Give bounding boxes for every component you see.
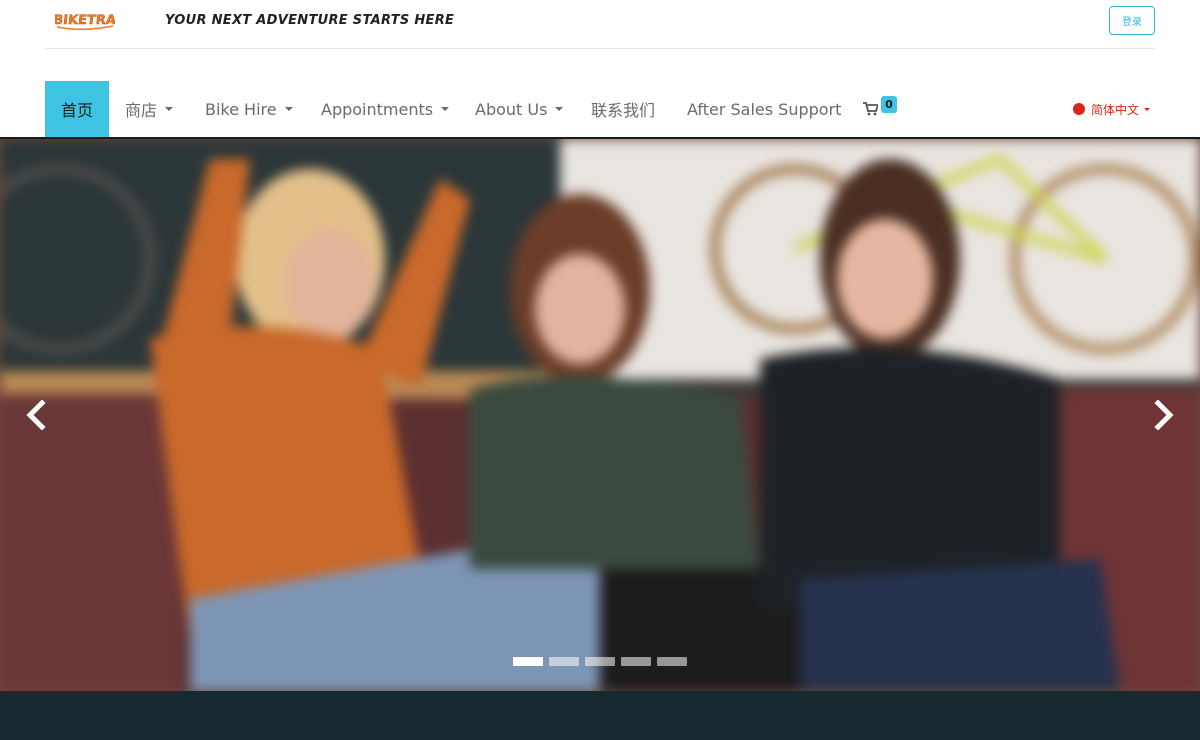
caret-down-icon (555, 107, 564, 111)
nav-item-about-us[interactable]: About Us (475, 81, 564, 137)
tagline: YOUR NEXT ADVENTURE STARTS HERE (165, 13, 455, 28)
nav-item-label: After Sales Support (687, 99, 842, 119)
hero-slide-image (0, 139, 1200, 691)
chevron-right-icon (1154, 400, 1174, 430)
hero-carousel[interactable] (0, 139, 1200, 691)
chevron-left-icon (26, 400, 46, 430)
carousel-prev-button[interactable] (18, 397, 54, 433)
caret-down-icon (1144, 107, 1150, 111)
nav-item-label: Bike Hire (205, 99, 277, 119)
caret-down-icon (441, 107, 450, 111)
nav-item-bike-hire[interactable]: Bike Hire (205, 81, 293, 137)
nav-item-appointments[interactable]: Appointments (321, 81, 450, 137)
svg-text:BIKETRAX: BIKETRAX (55, 13, 115, 28)
nav-item-label: 商店 (125, 101, 158, 120)
nav-item-shop[interactable]: 商店 (125, 81, 174, 137)
nav-item-label: About Us (475, 99, 548, 119)
carousel-indicator[interactable] (585, 657, 615, 666)
caret-down-icon (165, 107, 174, 111)
cart-count-badge: 0 (881, 96, 897, 113)
language-selector[interactable]: 简体中文 (1072, 81, 1150, 137)
biketrax-logo[interactable]: BIKETRAX (55, 4, 115, 34)
carousel-indicator[interactable] (513, 657, 543, 666)
shopping-cart-icon (863, 102, 878, 116)
caret-down-icon (284, 107, 293, 111)
login-button[interactable]: 登录 (1109, 6, 1155, 35)
china-flag-icon (1072, 103, 1085, 115)
nav-item-contact-us[interactable]: 联系我们 (591, 81, 655, 137)
nav-item-label: Appointments (321, 99, 434, 119)
nav-item-label: 首页 (60, 101, 93, 120)
nav-item-after-sales-support[interactable]: After Sales Support (687, 81, 841, 137)
nav-item-home[interactable]: 首页 (45, 81, 109, 137)
cart-button[interactable]: 0 (863, 81, 903, 137)
carousel-indicator[interactable] (549, 657, 579, 666)
carousel-indicators (513, 657, 687, 666)
carousel-indicator[interactable] (657, 657, 687, 666)
language-label: 简体中文 (1090, 102, 1139, 117)
nav-item-label: 联系我们 (591, 101, 656, 120)
carousel-indicator[interactable] (621, 657, 651, 666)
section-band (0, 691, 1200, 740)
main-nav: 首页 商店 Bike Hire Appointments About Us 联系… (45, 81, 1155, 137)
carousel-next-button[interactable] (1146, 397, 1182, 433)
top-header: BIKETRAX YOUR NEXT ADVENTURE STARTS HERE… (45, 0, 1155, 49)
